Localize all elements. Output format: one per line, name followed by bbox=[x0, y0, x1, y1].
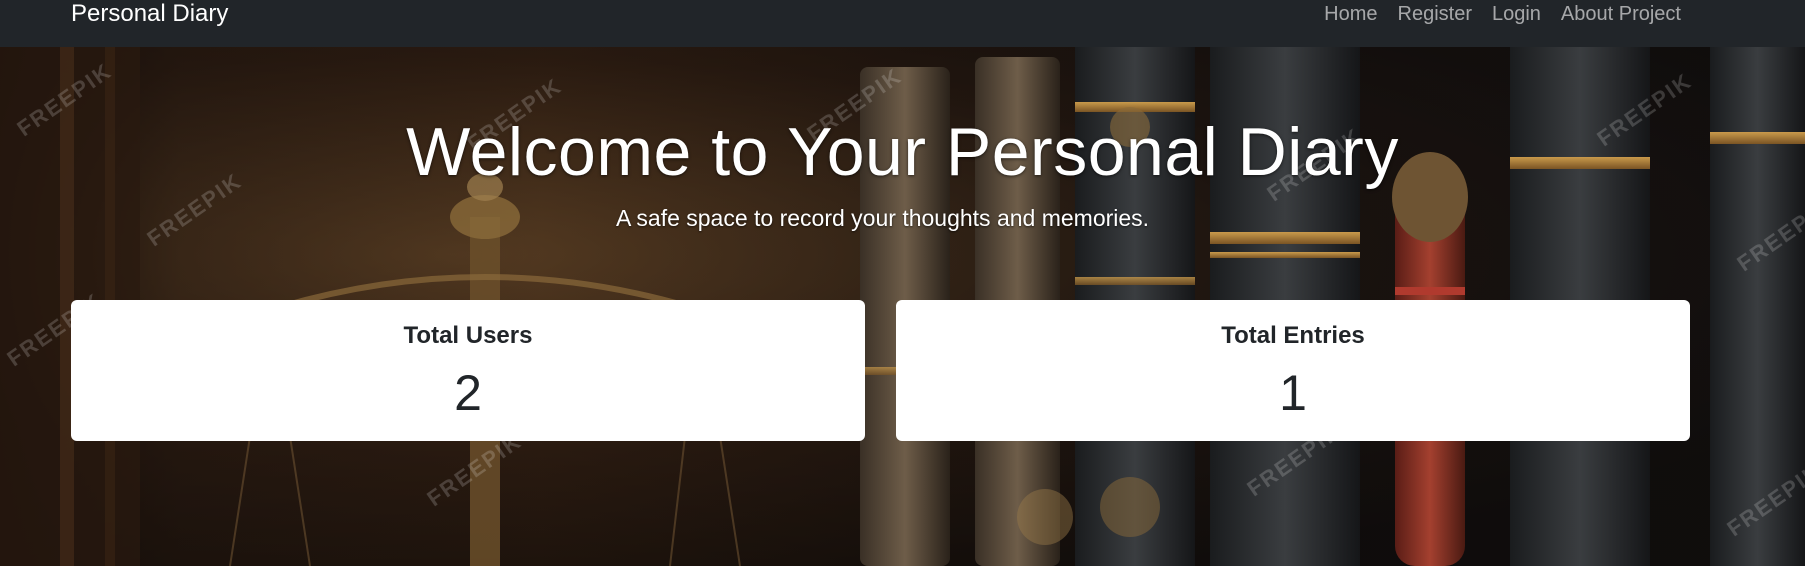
total-entries-value: 1 bbox=[1279, 365, 1307, 421]
hero-title: Welcome to Your Personal Diary bbox=[406, 114, 1399, 190]
total-users-label: Total Users bbox=[403, 322, 533, 349]
nav-home-link[interactable]: Home bbox=[1324, 0, 1377, 28]
nav-register-link[interactable]: Register bbox=[1398, 0, 1472, 28]
nav-about-project-link[interactable]: About Project bbox=[1561, 0, 1681, 28]
nav-links: Home Register Login About Project bbox=[1324, 0, 1681, 28]
total-entries-label: Total Entries bbox=[1221, 322, 1365, 349]
total-users-card: Total Users 2 bbox=[71, 300, 865, 441]
brand-link[interactable]: Personal Diary bbox=[71, 0, 228, 28]
top-navbar: Personal Diary Home Register Login About… bbox=[0, 0, 1805, 47]
hero-subtitle: A safe space to record your thoughts and… bbox=[615, 205, 1150, 231]
total-entries-card: Total Entries 1 bbox=[896, 300, 1690, 441]
hero-section: FREEPIK FREEPIK FREEPIK FREEPIK FREEPIK … bbox=[0, 47, 1805, 566]
total-users-value: 2 bbox=[454, 365, 482, 421]
nav-login-link[interactable]: Login bbox=[1492, 0, 1541, 28]
